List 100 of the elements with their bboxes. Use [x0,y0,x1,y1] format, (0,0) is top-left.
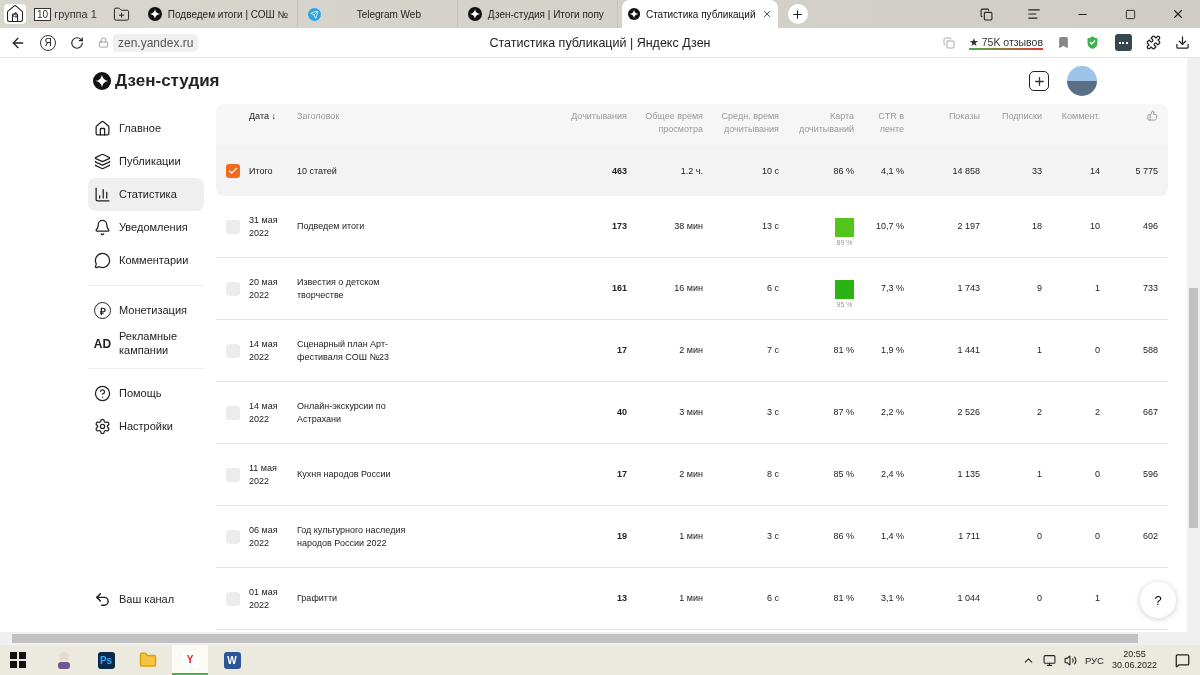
table-cell: 5 775 [1135,164,1158,178]
table-cell: 1 мин [679,592,703,605]
shield-icon[interactable] [1084,34,1101,51]
new-tab-button[interactable] [787,4,808,24]
reviews-link[interactable]: ★ 75K отзывов [968,35,1043,50]
help-icon [94,385,111,402]
restore-icon[interactable] [1124,8,1136,20]
scrollbar-thumb[interactable] [12,634,1138,643]
close-icon[interactable] [1171,7,1185,21]
table-cell: 0 [1037,592,1042,605]
home-tab[interactable]: 4 [4,4,26,24]
browser-tab[interactable]: Подведем итоги | СОШ № [141,0,298,28]
clock[interactable]: 20:55 30.06.2022 [1111,648,1157,672]
paper-plane-icon [307,7,321,21]
reload-icon[interactable] [70,35,84,50]
table-cell: 40 [617,406,627,419]
taskbar-app[interactable]: Ps [88,645,124,675]
table-cell: 1.2 ч. [680,164,703,178]
puzzle-icon[interactable] [1146,35,1161,50]
table-cell: 0 [1095,344,1100,357]
table-cell: 81 % [833,592,854,605]
table-cell: 1 441 [957,344,980,357]
app-icon: Ps [97,651,115,669]
table-cell: 85 % [833,468,854,481]
table-cell: 1 135 [957,468,980,481]
table-cell: 0 [1095,468,1100,481]
table-cell: 8 с [767,468,779,481]
folder-icon [139,651,157,669]
column-header[interactable]: Дата ↓ [249,110,276,123]
tab-group[interactable]: 10 группа 1 [30,7,101,21]
return-arrow-icon [94,591,111,608]
table-cell: 17 [617,344,627,357]
bell-icon [94,219,111,236]
sidebar-item[interactable]: Комментарии [88,244,204,277]
url-field[interactable]: zen.yandex.ru [113,33,199,52]
sidebar-item[interactable]: Статистика [88,178,204,211]
avatar[interactable] [1067,66,1097,96]
sidebar-item[interactable]: ₽ Монетизация [88,294,204,327]
table-cell: 3 с [767,530,779,543]
table-cell: 1 [1095,592,1100,605]
speaker-icon[interactable] [1063,653,1077,667]
row-checkbox[interactable] [226,164,240,178]
table-cell-text: 01 мая 2022 [249,586,279,611]
browser-tab[interactable]: Дзен-студия | Итоги попу [461,0,618,28]
table-cell: 13 [617,592,627,605]
create-button[interactable] [1029,71,1049,91]
table-cell: 1 044 [957,592,980,605]
table-cell-text: Известия о детском творчестве [297,276,381,301]
sidebar-item[interactable]: Ваш канал [88,583,204,616]
windows-start-icon[interactable] [10,652,26,668]
help-button[interactable]: ? [1140,582,1176,618]
table-cell: 14 [1090,164,1100,178]
taskbar-app[interactable]: W [214,645,250,675]
table-cell: 602 [1142,530,1158,543]
language-indicator[interactable]: РУС [1084,654,1104,666]
notifications-icon[interactable] [1175,652,1190,668]
menu-icon[interactable] [1027,7,1041,21]
sidebar-item[interactable]: Помощь [88,377,204,410]
sidebar-item[interactable]: Публикации [88,145,204,178]
table-cell: 16 мин [674,282,703,295]
table-cell: 2 526 [957,406,980,419]
table-cell: 3 с [767,406,779,419]
table-cell: 7 с [767,344,779,357]
table-cell: 87 % [833,406,854,419]
table-cell: 1 [1095,282,1100,295]
stack-icon [94,153,111,170]
sidebar-item[interactable]: Настройки [88,410,204,443]
table-cell: 1,4 % [881,530,904,543]
table-cell: 7,3 % [881,282,904,295]
extension-icon[interactable] [1115,34,1132,51]
settings-icon [94,418,111,435]
bookmark-icon[interactable] [1057,36,1070,49]
table-cell: 173 [611,220,627,233]
table-cell: 2,4 % [881,468,904,481]
scrollbar-thumb[interactable] [1189,288,1198,528]
sidebar-item[interactable]: Главное [88,112,204,145]
table-cell: 3 мин [679,406,703,419]
browser-tab[interactable]: Статистика публикаций [621,0,778,28]
folder-plus-icon[interactable] [112,5,130,23]
browser-tab[interactable]: Telegram Web [301,0,458,28]
table-cell: 1 743 [957,282,980,295]
taskbar-app[interactable]: Y [172,645,208,675]
zen-icon [627,7,640,21]
table-cell: 33 [1032,164,1042,178]
table-cell: 3,1 % [881,592,904,605]
studio-logo[interactable]: Дзен-студия [115,71,220,91]
table-cell: 1,9 % [881,344,904,357]
network-icon[interactable] [1042,653,1056,667]
table-cell: 2 [1037,406,1042,419]
table-cell: 86 % [833,164,854,178]
table-cell: 38 мин [674,220,703,233]
app-icon: W [223,651,241,669]
table-cell: 13 с [762,220,779,233]
table-cell-text: Онлайн-экскурсии по Астрахани [297,400,387,425]
table-cell: 19 [617,530,627,543]
download-icon[interactable] [1175,35,1190,50]
sidebar-item[interactable]: Уведомления [88,211,204,244]
collections-icon[interactable] [979,7,993,21]
table-cell: 10 с [762,164,779,178]
table-cell: Итого [249,164,273,178]
